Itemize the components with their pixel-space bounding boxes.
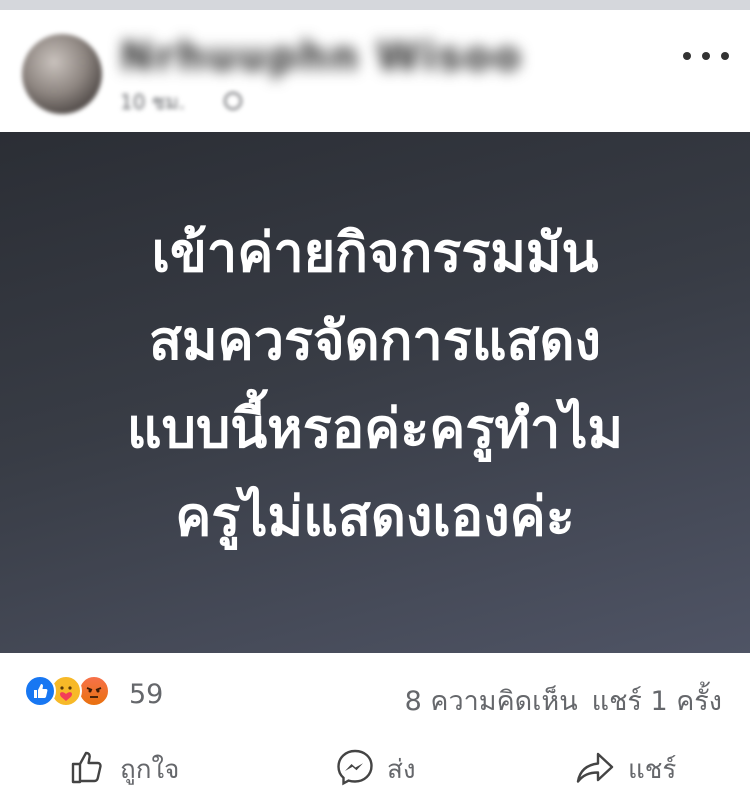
globe-icon: [224, 92, 242, 110]
like-label: ถูกใจ: [120, 754, 180, 785]
image-text-line: สมควรจัดการแสดง: [149, 308, 601, 372]
image-text-line: ครูไม่แสดงเองค่ะ: [175, 484, 575, 548]
post-image[interactable]: เข้าค่ายกิจกรรมมัน สมควรจัดการแสดง แบบนี…: [0, 132, 750, 653]
author-avatar[interactable]: [22, 34, 102, 114]
like-icon: [24, 675, 56, 707]
post-header: Nrhuuphn Wisoo 10 ชม.: [0, 10, 750, 132]
post-stats: 8 ความคิดเห็น แชร์ 1 ครั้ง: [391, 679, 722, 722]
reactions-bar: 59 8 ความคิดเห็น แชร์ 1 ครั้ง: [0, 653, 750, 739]
comments-count[interactable]: 8 ความคิดเห็น: [405, 686, 578, 717]
thumbs-up-icon: [68, 747, 108, 791]
image-text-line: แบบนี้หรอค่ะครูทำไม: [126, 396, 624, 460]
send-button[interactable]: ส่ง: [335, 747, 416, 791]
shares-count[interactable]: แชร์ 1 ครั้ง: [592, 686, 722, 717]
image-text: เข้าค่ายกิจกรรมมัน สมควรจัดการแสดง แบบนี…: [127, 209, 623, 561]
angry-icon: [78, 675, 110, 707]
send-label: ส่ง: [387, 754, 416, 785]
reaction-icons[interactable]: [24, 675, 124, 707]
reaction-count[interactable]: 59: [129, 679, 163, 710]
more-options-icon[interactable]: [683, 44, 729, 68]
image-text-line: เข้าค่ายกิจกรรมมัน: [151, 220, 599, 284]
like-button[interactable]: ถูกใจ: [68, 747, 179, 791]
share-arrow-icon: [574, 747, 616, 791]
author-name[interactable]: Nrhuuphn Wisoo: [120, 32, 523, 82]
post-timestamp[interactable]: 10 ชม.: [120, 86, 185, 118]
messenger-icon: [335, 747, 375, 791]
action-bar: ถูกใจ ส่ง แชร์: [0, 739, 750, 802]
share-label: แชร์: [628, 754, 677, 785]
share-button[interactable]: แชร์: [574, 747, 676, 791]
top-separator: [0, 0, 750, 10]
